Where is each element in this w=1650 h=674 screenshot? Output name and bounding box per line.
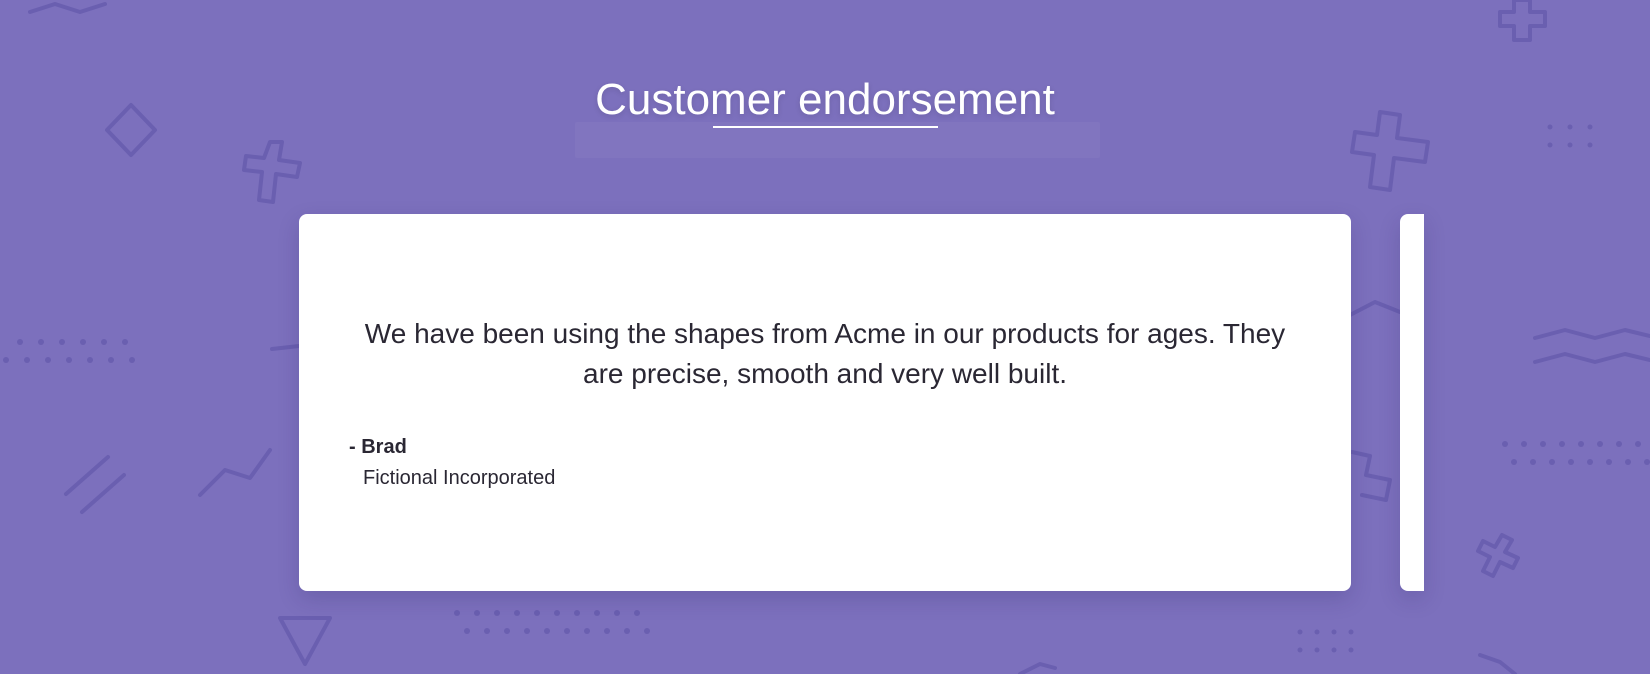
dot-grid-icon bbox=[454, 610, 650, 634]
title-underline bbox=[713, 126, 938, 128]
zigzag-icon bbox=[1533, 328, 1650, 340]
testimonial-card: We have been using the shapes from Acme … bbox=[299, 214, 1351, 591]
zigzag-icon bbox=[1018, 662, 1057, 674]
zigzag-icon bbox=[1348, 300, 1402, 317]
dot-grid-icon bbox=[1297, 629, 1354, 653]
section-header: Customer endorsement bbox=[0, 70, 1650, 130]
plus-icon bbox=[1350, 450, 1392, 502]
triangle-icon bbox=[278, 616, 332, 666]
dot-grid-icon bbox=[1502, 441, 1650, 465]
testimonial-quote: We have been using the shapes from Acme … bbox=[364, 318, 1286, 389]
testimonial-company: Fictional Incorporated bbox=[363, 467, 556, 489]
zigzag-icon bbox=[270, 344, 301, 351]
plus-icon bbox=[1476, 533, 1520, 578]
plus-icon bbox=[1498, 0, 1547, 42]
testimonial-author: - Brad bbox=[349, 436, 407, 458]
slash-lines-icon bbox=[80, 473, 126, 514]
section-title: Customer endorsement bbox=[595, 75, 1055, 124]
next-testimonial-card[interactable] bbox=[1400, 214, 1424, 591]
zigzag-icon bbox=[1478, 653, 1517, 674]
zigzag-icon bbox=[28, 2, 107, 14]
plus-icon bbox=[242, 140, 302, 204]
zigzag-icon bbox=[1533, 352, 1650, 364]
slash-lines-icon bbox=[64, 455, 110, 496]
dot-grid-icon bbox=[3, 339, 135, 363]
zigzag-icon bbox=[198, 448, 272, 497]
